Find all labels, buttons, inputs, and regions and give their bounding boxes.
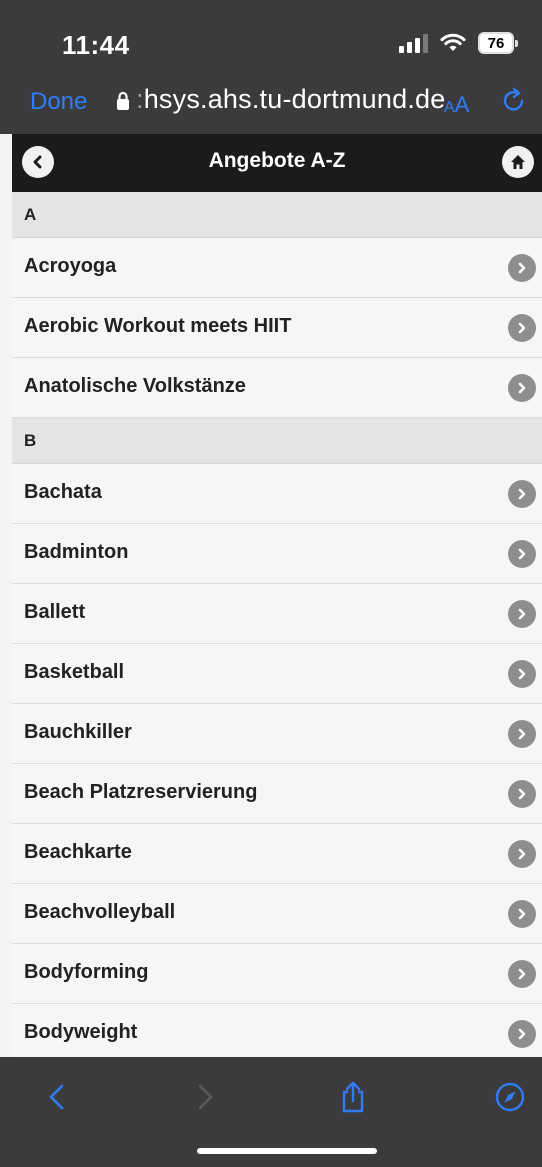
list-item-label: Ballett	[24, 601, 86, 623]
list-item[interactable]: Bachata	[12, 464, 542, 524]
wifi-icon	[440, 33, 466, 51]
list-item[interactable]: Badminton	[12, 524, 542, 584]
list-item[interactable]: Bodyforming	[12, 944, 542, 1004]
chevron-right-icon	[508, 480, 536, 508]
list-item[interactable]: Acroyoga	[12, 238, 542, 298]
forward-arrow-icon[interactable]	[186, 1079, 222, 1115]
url-address[interactable]: :hsys.ahs.tu-dortmund.de	[136, 84, 445, 115]
text-size-small-label: A	[444, 99, 455, 116]
chevron-right-icon	[508, 780, 536, 808]
battery-level: 76	[487, 34, 505, 52]
status-bar: 11:44 76	[0, 0, 542, 80]
list-item-label: Bodyforming	[24, 961, 149, 983]
list-item-label: Beachvolleyball	[24, 901, 176, 923]
home-button[interactable]	[502, 146, 534, 178]
list-item[interactable]: Beachvolleyball	[12, 884, 542, 944]
status-icons: 76	[399, 28, 518, 58]
list-item[interactable]: Beach Platzreservierung	[12, 764, 542, 824]
chevron-right-icon	[508, 960, 536, 988]
reload-icon[interactable]	[500, 86, 528, 114]
list-item-label: Aerobic Workout meets HIIT	[24, 315, 292, 337]
list-item[interactable]: Ballett	[12, 584, 542, 644]
url-prefix: :	[136, 84, 144, 114]
browser-top-chrome: 11:44 76 Done :hsys.ahs.tu-dortmund.de A…	[0, 0, 542, 134]
chevron-right-icon	[508, 254, 536, 282]
list-item-label: Bauchkiller	[24, 721, 132, 743]
app-header: Angebote A-Z	[12, 134, 542, 192]
chevron-right-icon	[508, 374, 536, 402]
list-item-label: Bodyweight	[24, 1021, 138, 1043]
list-item-label: Beachkarte	[24, 841, 132, 863]
text-size-button[interactable]: AA	[444, 92, 469, 118]
list-item-label: Badminton	[24, 541, 129, 563]
status-time: 11:44	[62, 30, 130, 60]
section-header-a: A	[12, 192, 542, 238]
text-size-large-label: A	[454, 92, 470, 117]
cellular-signal-icon	[399, 33, 428, 53]
list-item-label: Beach Platzreservierung	[24, 781, 258, 803]
url-domain: hsys.ahs.tu-dortmund.de	[143, 84, 446, 114]
home-indicator	[197, 1148, 377, 1154]
list-item[interactable]: Bodyweight	[12, 1004, 542, 1057]
share-icon[interactable]	[335, 1079, 371, 1115]
offer-list: A Acroyoga Aerobic Workout meets HIIT An…	[12, 192, 542, 1057]
chevron-right-icon	[508, 314, 536, 342]
compass-icon[interactable]	[492, 1079, 528, 1115]
list-item-label: Basketball	[24, 661, 125, 683]
battery-indicator: 76	[478, 32, 518, 54]
home-icon	[511, 155, 525, 169]
list-item-label: Anatolische Volkstänze	[24, 375, 246, 397]
chevron-right-icon	[508, 540, 536, 568]
done-button[interactable]: Done	[30, 88, 87, 116]
list-item[interactable]: Basketball	[12, 644, 542, 704]
chevron-right-icon	[508, 900, 536, 928]
list-item-label: Acroyoga	[24, 255, 117, 277]
back-arrow-icon[interactable]	[40, 1079, 76, 1115]
url-bar: Done :hsys.ahs.tu-dortmund.de AA	[0, 80, 542, 134]
lock-icon	[117, 91, 129, 110]
list-item[interactable]: Bauchkiller	[12, 704, 542, 764]
list-item-label: Bachata	[24, 481, 102, 503]
list-item[interactable]: Anatolische Volkstänze	[12, 358, 542, 418]
section-header-b: B	[12, 418, 542, 464]
chevron-right-icon	[508, 660, 536, 688]
chevron-right-icon	[508, 1020, 536, 1048]
list-item[interactable]: Beachkarte	[12, 824, 542, 884]
list-item[interactable]: Aerobic Workout meets HIIT	[12, 298, 542, 358]
chevron-right-icon	[508, 720, 536, 748]
chevron-right-icon	[508, 840, 536, 868]
chevron-right-icon	[508, 600, 536, 628]
page-title: Angebote A-Z	[208, 149, 346, 172]
